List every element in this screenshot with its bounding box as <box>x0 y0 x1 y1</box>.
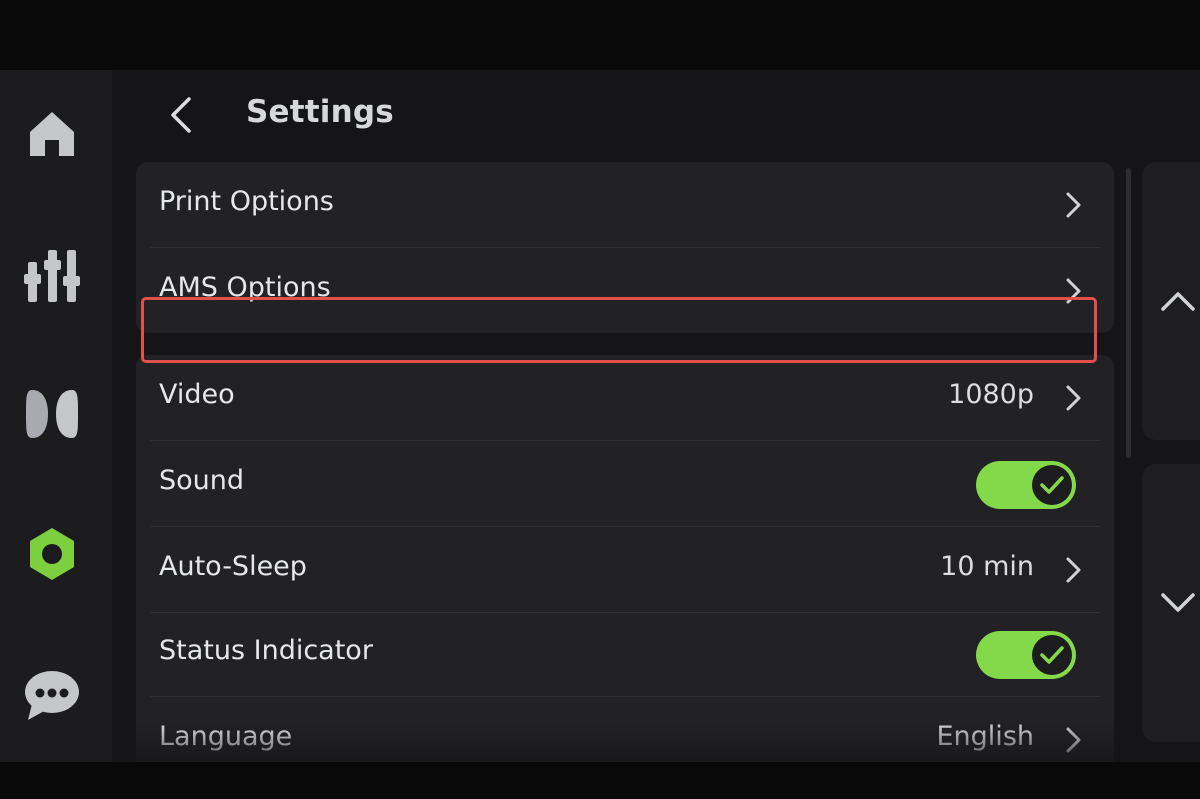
screen-bezel-bottom <box>0 762 1200 799</box>
ams-options-label: AMS Options <box>159 272 331 303</box>
video-row[interactable]: Video 1080p <box>136 355 1114 441</box>
screen-bezel-top <box>0 0 1200 70</box>
chevron-left-icon <box>171 97 191 133</box>
sliders-icon <box>24 250 80 302</box>
chevron-right-icon <box>1066 385 1081 411</box>
auto-sleep-label: Auto-Sleep <box>159 551 307 582</box>
settings-icon <box>30 528 74 580</box>
toggle-knob <box>1032 465 1072 505</box>
chevron-right-icon <box>1066 557 1081 583</box>
chevron-down-icon <box>1161 593 1195 612</box>
back-button[interactable] <box>160 92 202 138</box>
chevron-up-icon <box>1161 292 1195 311</box>
language-value: English <box>936 721 1035 752</box>
status-indicator-toggle[interactable] <box>976 631 1076 679</box>
printer-screen: Settings Print Options AMS Options Video… <box>0 70 1200 762</box>
language-row[interactable]: Language English <box>136 697 1114 762</box>
scrollbar[interactable] <box>1126 168 1131 458</box>
preferences-card: Video 1080p Sound Auto-Sleep 10 min Stat… <box>136 355 1114 762</box>
ams-options-row[interactable]: AMS Options <box>136 248 1114 333</box>
nav-messages[interactable] <box>20 662 84 726</box>
auto-sleep-value: 10 min <box>940 551 1034 582</box>
nav-settings[interactable] <box>20 522 84 586</box>
auto-sleep-row[interactable]: Auto-Sleep 10 min <box>136 527 1114 613</box>
sound-row: Sound <box>136 441 1114 527</box>
scroll-down-button[interactable] <box>1142 464 1200 742</box>
print-options-label: Print Options <box>159 186 334 217</box>
chevron-right-icon <box>1066 192 1081 218</box>
sound-toggle[interactable] <box>976 461 1076 509</box>
nav-filament[interactable] <box>20 382 84 446</box>
language-label: Language <box>159 721 293 752</box>
status-indicator-label: Status Indicator <box>159 635 373 666</box>
page-header: Settings <box>112 70 1132 160</box>
scroll-up-button[interactable] <box>1142 162 1200 440</box>
chat-icon <box>25 671 79 720</box>
status-indicator-row: Status Indicator <box>136 611 1114 697</box>
nav-rail <box>0 70 112 762</box>
sound-label: Sound <box>159 465 245 496</box>
video-label: Video <box>159 379 235 410</box>
toggle-knob <box>1032 635 1072 675</box>
chevron-right-icon <box>1066 278 1081 304</box>
page-title: Settings <box>246 94 394 130</box>
print-options-row[interactable]: Print Options <box>136 162 1114 248</box>
video-value: 1080p <box>948 379 1034 410</box>
check-icon <box>1040 646 1064 664</box>
nav-controls[interactable] <box>20 244 84 308</box>
nav-home[interactable] <box>20 102 84 166</box>
check-icon <box>1040 476 1064 494</box>
chevron-right-icon <box>1066 727 1081 753</box>
filament-icon <box>26 390 78 438</box>
options-card: Print Options AMS Options <box>136 162 1114 333</box>
home-icon <box>30 112 74 156</box>
